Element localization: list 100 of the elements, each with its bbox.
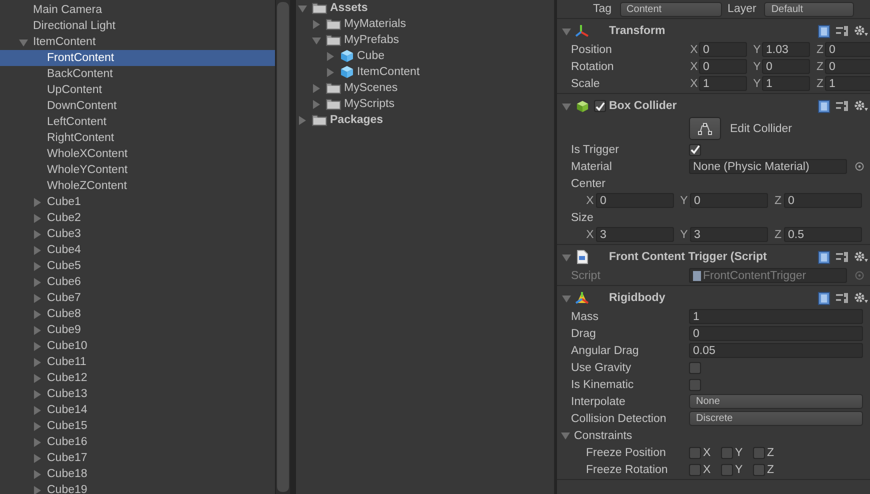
foldout-arrow-icon[interactable]	[33, 454, 42, 462]
settings-icon[interactable]	[854, 292, 868, 304]
number-field[interactable]: 1	[825, 76, 870, 91]
hierarchy-item[interactable]: Cube15	[0, 418, 276, 434]
foldout-arrow-icon[interactable]	[562, 252, 571, 262]
hierarchy-item[interactable]: Cube18	[0, 466, 276, 482]
axis-label[interactable]: Z	[815, 44, 825, 56]
preset-icon[interactable]	[836, 100, 848, 112]
hierarchy-item[interactable]: Cube2	[0, 210, 276, 226]
settings-icon[interactable]	[854, 251, 868, 263]
number-field[interactable]: 1	[699, 76, 747, 91]
preset-icon[interactable]	[836, 292, 848, 304]
project-item[interactable]: MyScripts	[296, 96, 554, 112]
help-icon[interactable]	[818, 250, 830, 264]
enable-checkbox[interactable]	[594, 100, 606, 112]
foldout-arrow-icon[interactable]	[33, 438, 42, 446]
hierarchy-item[interactable]: Cube14	[0, 402, 276, 418]
foldout-arrow-icon[interactable]	[312, 20, 321, 28]
axis-label[interactable]: X	[585, 228, 595, 240]
edit-collider-button[interactable]	[689, 117, 721, 140]
hierarchy-item[interactable]: Cube1	[0, 194, 276, 210]
project-item[interactable]: MyPrefabs	[296, 32, 554, 48]
number-field[interactable]: 0	[784, 193, 862, 208]
foldout-arrow-icon[interactable]	[33, 422, 42, 430]
number-field[interactable]: 1	[762, 76, 810, 91]
hierarchy-item[interactable]: Cube9	[0, 322, 276, 338]
checkbox[interactable]	[753, 446, 765, 458]
preset-icon[interactable]	[836, 251, 848, 263]
checkbox[interactable]	[689, 144, 701, 156]
foldout-arrow-icon[interactable]	[33, 342, 42, 350]
foldout-arrow-icon[interactable]	[561, 431, 570, 440]
help-icon[interactable]	[818, 100, 830, 112]
foldout-arrow-icon[interactable]	[33, 246, 42, 254]
hierarchy-item[interactable]: LeftContent	[0, 114, 276, 130]
foldout-arrow-icon[interactable]	[312, 84, 321, 92]
hierarchy-item[interactable]: Cube12	[0, 370, 276, 386]
hierarchy-item[interactable]: WholeYContent	[0, 162, 276, 178]
hierarchy-item[interactable]: ItemContent	[0, 34, 276, 50]
project-item[interactable]: Cube	[296, 48, 554, 64]
axis-label[interactable]: Z	[773, 194, 783, 206]
checkbox[interactable]	[689, 464, 701, 476]
axis-label[interactable]: X	[689, 78, 699, 90]
help-icon[interactable]	[818, 292, 830, 304]
hierarchy-item[interactable]: DownContent	[0, 98, 276, 114]
axis-label[interactable]: Y	[679, 194, 689, 206]
hierarchy-item[interactable]: WholeZContent	[0, 178, 276, 194]
number-field[interactable]: 0.5	[784, 227, 862, 242]
foldout-arrow-icon[interactable]	[33, 374, 42, 382]
foldout-arrow-icon[interactable]	[312, 100, 321, 108]
tag-dropdown[interactable]: Content	[620, 2, 722, 16]
hierarchy-item[interactable]: Cube17	[0, 450, 276, 466]
checkbox[interactable]	[721, 446, 733, 458]
project-item[interactable]: Packages	[296, 112, 554, 128]
hierarchy-item[interactable]: Cube7	[0, 290, 276, 306]
preset-icon[interactable]	[836, 25, 848, 37]
hierarchy-item[interactable]: FrontContent	[0, 50, 276, 66]
hierarchy-item[interactable]: Cube11	[0, 354, 276, 370]
number-field[interactable]: 0	[699, 59, 747, 74]
foldout-arrow-icon[interactable]	[33, 310, 42, 318]
layer-dropdown[interactable]: Default	[764, 2, 854, 16]
foldout-arrow-icon[interactable]	[33, 278, 42, 286]
hierarchy-item[interactable]: WholeXContent	[0, 146, 276, 162]
checkbox[interactable]	[689, 446, 701, 458]
number-field[interactable]: 0	[825, 59, 870, 74]
foldout-arrow-icon[interactable]	[19, 38, 28, 46]
number-field[interactable]: 3	[690, 227, 768, 242]
number-field[interactable]: 0	[699, 42, 747, 57]
foldout-arrow-icon[interactable]	[562, 102, 571, 110]
axis-label[interactable]: Z	[815, 78, 825, 90]
number-field[interactable]: 0	[762, 59, 810, 74]
number-field[interactable]: 0	[825, 42, 870, 57]
settings-icon[interactable]	[854, 100, 868, 112]
hierarchy-item[interactable]: UpContent	[0, 82, 276, 98]
checkbox[interactable]	[721, 464, 733, 476]
foldout-arrow-icon[interactable]	[33, 358, 42, 366]
axis-label[interactable]: Y	[679, 228, 689, 240]
hierarchy-item[interactable]: Cube6	[0, 274, 276, 290]
foldout-arrow-icon[interactable]	[33, 198, 42, 206]
hierarchy-item[interactable]: Cube8	[0, 306, 276, 322]
axis-label[interactable]: X	[585, 194, 595, 206]
axis-label[interactable]: X	[689, 44, 699, 56]
foldout-arrow-icon[interactable]	[33, 486, 42, 494]
axis-label[interactable]: X	[689, 60, 699, 72]
foldout-arrow-icon[interactable]	[298, 4, 307, 12]
project-item[interactable]: ItemContent	[296, 64, 554, 80]
number-field[interactable]: 1	[689, 309, 863, 324]
hierarchy-item[interactable]: Cube10	[0, 338, 276, 354]
hierarchy-item[interactable]: Cube5	[0, 258, 276, 274]
foldout-arrow-icon[interactable]	[326, 52, 335, 60]
project-item[interactable]: MyMaterials	[296, 16, 554, 32]
dropdown[interactable]: Discrete	[689, 411, 863, 426]
foldout-label[interactable]: Constraints	[574, 430, 632, 442]
checkbox[interactable]	[689, 362, 701, 374]
foldout-arrow-icon[interactable]	[33, 470, 42, 478]
number-field[interactable]: 0.05	[689, 343, 863, 358]
axis-label[interactable]: Z	[773, 228, 783, 240]
checkbox[interactable]	[753, 464, 765, 476]
hierarchy-item[interactable]: Directional Light	[0, 18, 276, 34]
foldout-arrow-icon[interactable]	[312, 36, 321, 44]
foldout-arrow-icon[interactable]	[33, 230, 42, 238]
